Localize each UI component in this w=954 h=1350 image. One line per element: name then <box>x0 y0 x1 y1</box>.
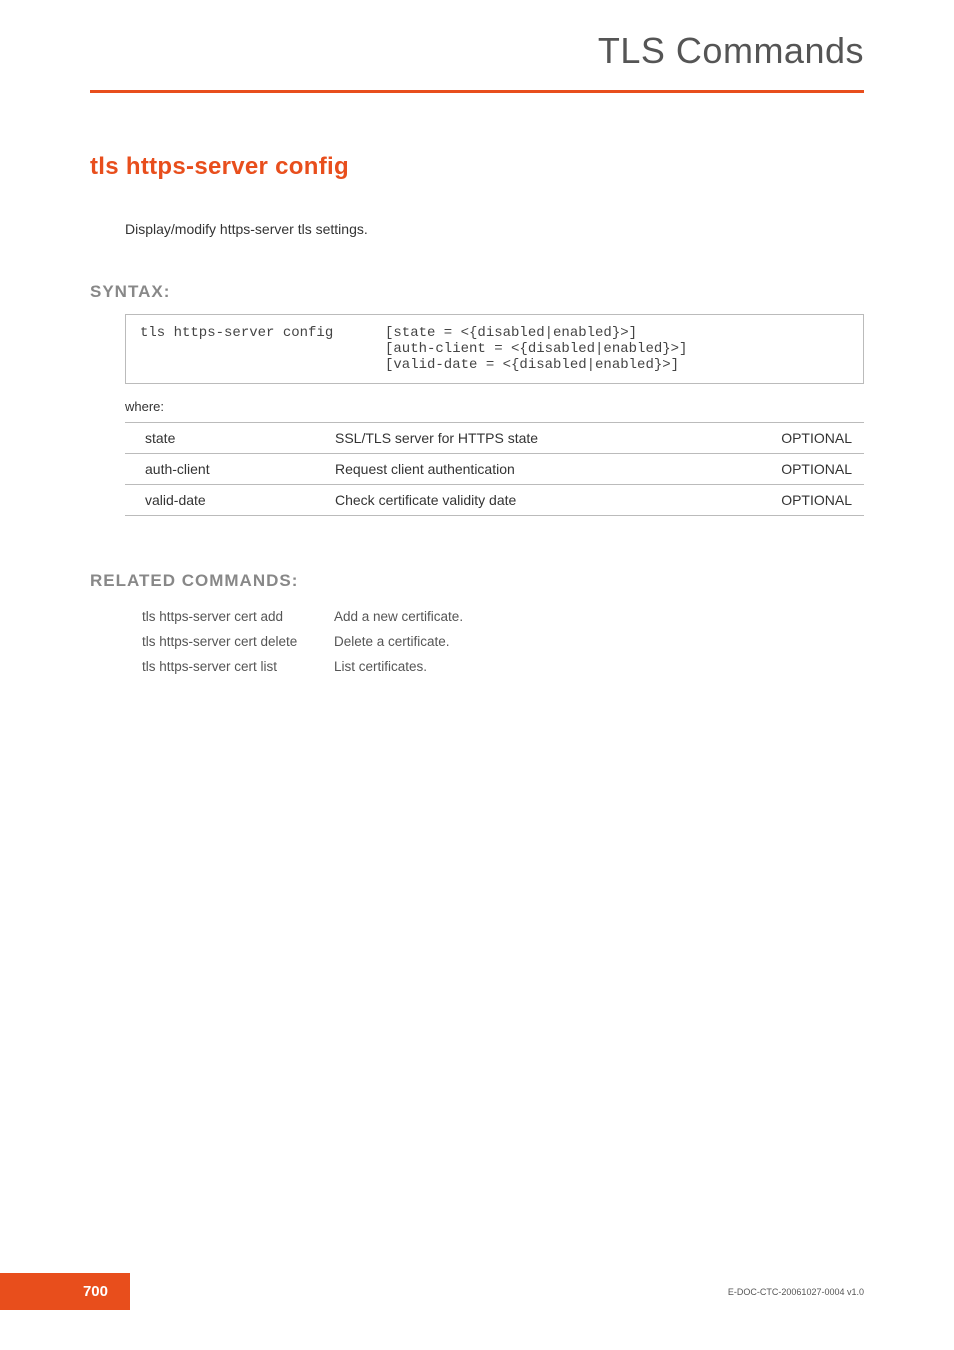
param-name: auth-client <box>125 454 315 485</box>
table-row: tls https-server cert list List certific… <box>142 655 463 678</box>
table-row: tls https-server cert add Add a new cert… <box>142 605 463 628</box>
param-desc: Check certificate validity date <box>315 485 744 516</box>
syntax-command: tls https-server config <box>140 325 385 373</box>
chapter-title: TLS Commands <box>90 30 864 72</box>
related-desc: Add a new certificate. <box>334 605 463 628</box>
param-desc: Request client authentication <box>315 454 744 485</box>
table-row: auth-client Request client authenticatio… <box>125 454 864 485</box>
table-row: valid-date Check certificate validity da… <box>125 485 864 516</box>
syntax-label: SYNTAX: <box>90 282 864 302</box>
page-header: TLS Commands <box>0 0 954 90</box>
table-row: state SSL/TLS server for HTTPS state OPT… <box>125 423 864 454</box>
param-name: valid-date <box>125 485 315 516</box>
param-desc: SSL/TLS server for HTTPS state <box>315 423 744 454</box>
params-table: state SSL/TLS server for HTTPS state OPT… <box>125 422 864 516</box>
document-id: E-DOC-CTC-20061027-0004 v1.0 <box>728 1287 954 1297</box>
command-description: Display/modify https-server tls settings… <box>125 221 864 237</box>
related-cmd: tls https-server cert delete <box>142 630 332 653</box>
param-requirement: OPTIONAL <box>744 454 864 485</box>
command-title: tls https-server config <box>90 153 864 181</box>
page-footer: 700 E-DOC-CTC-20061027-0004 v1.0 <box>0 1273 954 1310</box>
syntax-args: [state = <{disabled|enabled}>] [auth-cli… <box>385 325 687 373</box>
table-row: tls https-server cert delete Delete a ce… <box>142 630 463 653</box>
param-requirement: OPTIONAL <box>744 423 864 454</box>
page-content: tls https-server config Display/modify h… <box>0 93 954 680</box>
related-label: RELATED COMMANDS: <box>90 571 864 591</box>
related-commands-table: tls https-server cert add Add a new cert… <box>140 603 465 680</box>
related-desc: Delete a certificate. <box>334 630 463 653</box>
param-name: state <box>125 423 315 454</box>
related-desc: List certificates. <box>334 655 463 678</box>
related-cmd: tls https-server cert list <box>142 655 332 678</box>
syntax-box: tls https-server config [state = <{disab… <box>125 314 864 384</box>
param-requirement: OPTIONAL <box>744 485 864 516</box>
related-cmd: tls https-server cert add <box>142 605 332 628</box>
where-label: where: <box>125 399 864 414</box>
page-number: 700 <box>0 1273 130 1310</box>
